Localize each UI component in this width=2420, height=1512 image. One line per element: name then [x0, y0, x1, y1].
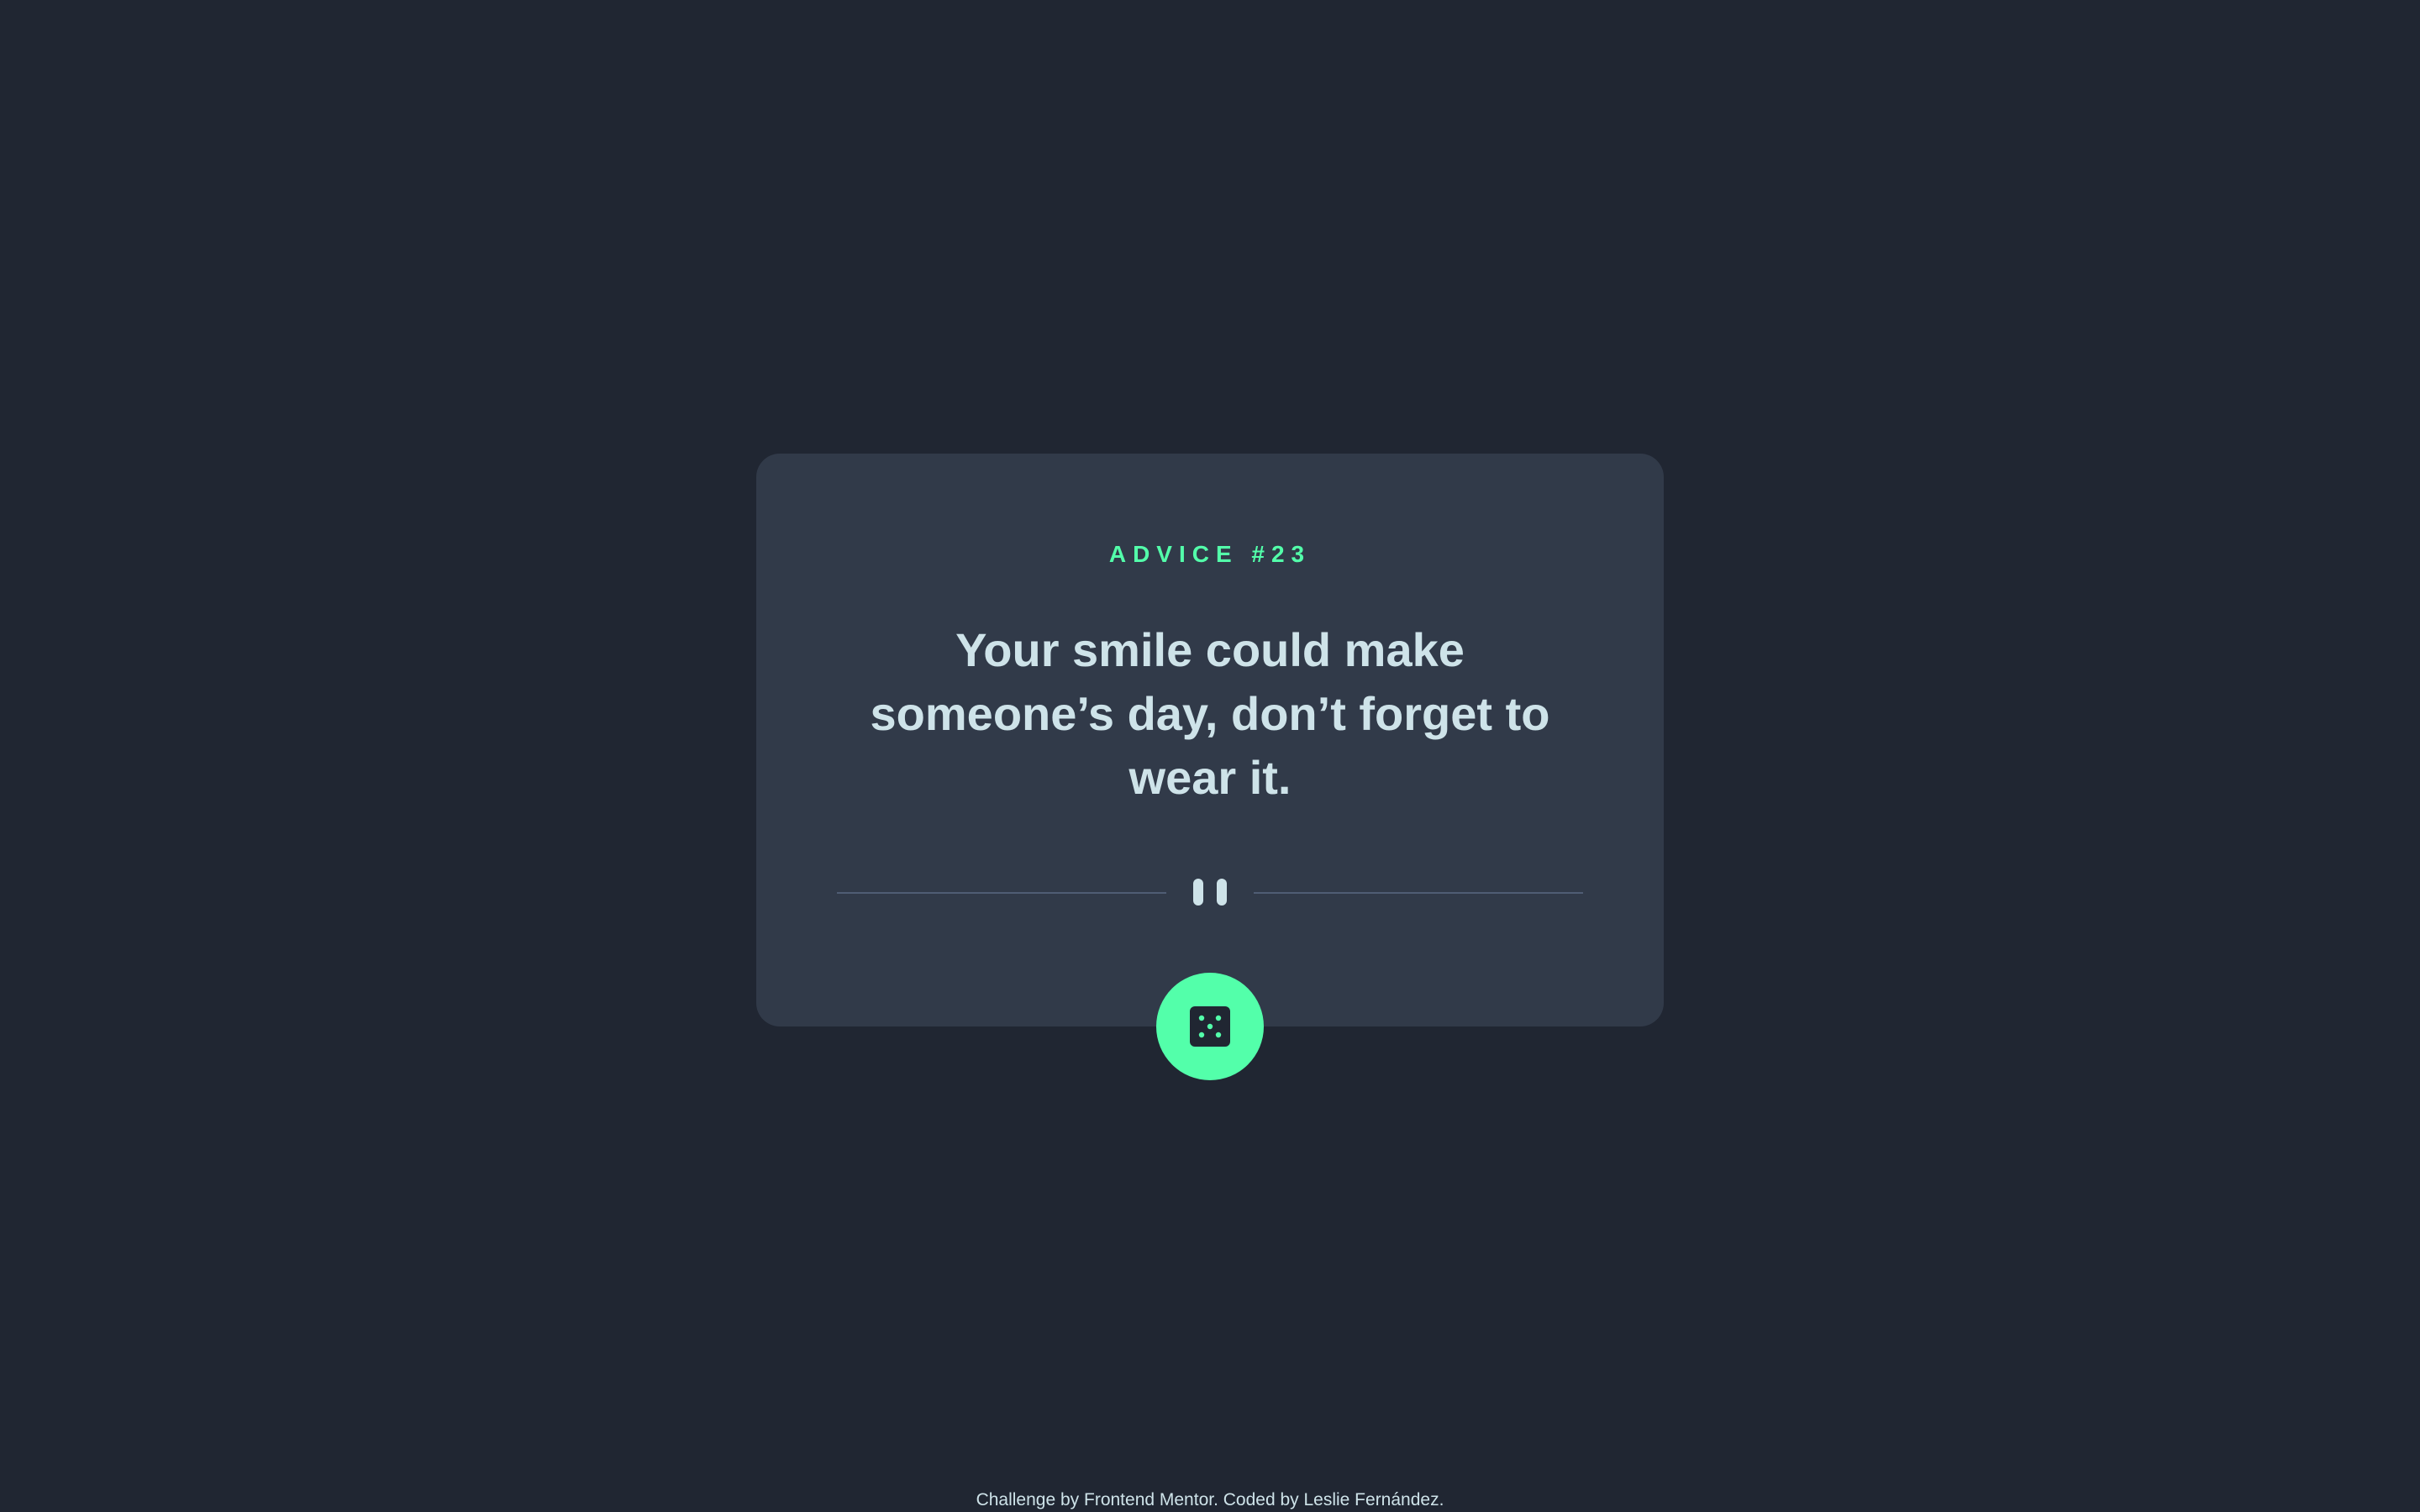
advice-id-label: ADVICE #23	[1108, 541, 1312, 567]
divider-line-left	[837, 892, 1166, 894]
page: ADVICE #23 Your smile could make someone…	[0, 0, 2420, 1512]
pause-icon	[1193, 879, 1228, 906]
attribution-footer: Challenge by Frontend Mentor. Coded by L…	[976, 1490, 1444, 1509]
divider-line-right	[1254, 892, 1583, 894]
divider	[837, 877, 1583, 907]
generate-advice-button[interactable]	[1156, 973, 1264, 1080]
pause-bar	[1193, 879, 1203, 906]
pause-bar	[1217, 879, 1227, 906]
advice-text: Your smile could make someone’s day, don…	[870, 623, 1550, 804]
dice-icon	[1190, 1006, 1230, 1047]
